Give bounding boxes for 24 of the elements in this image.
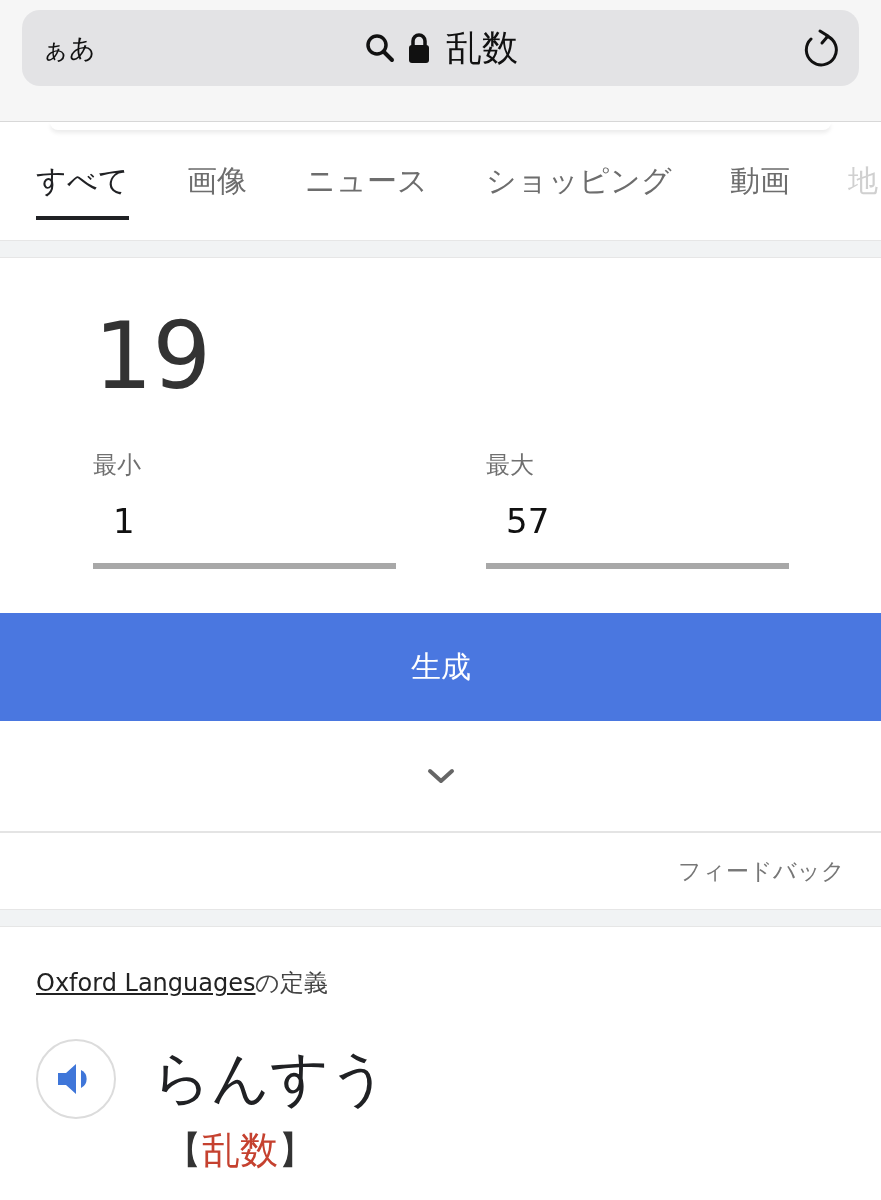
speaker-button[interactable] [36,1039,116,1120]
search-icon [363,32,396,64]
chevron-down-icon[interactable] [426,768,455,785]
random-number-result: 19 [93,302,213,408]
definition-source: Oxford Languagesの定義 [36,968,330,1000]
feedback-link[interactable]: フィードバック [678,855,845,887]
search-tab[interactable]: ニュース [305,160,428,220]
min-input-field[interactable]: 1 [93,481,396,570]
max-input-field[interactable]: 57 [486,481,789,570]
lock-icon [407,32,430,64]
max-label: 最大 [486,450,535,482]
search-tab[interactable]: 画像 [187,160,247,220]
text-size-button[interactable]: ぁあ [42,30,96,66]
address-bar[interactable]: ぁあ 乱数 [22,10,859,86]
search-tab[interactable]: ショッピング [486,160,672,220]
word-kanji: 【乱数】 [164,1127,316,1175]
reload-icon[interactable] [803,28,839,68]
source-link[interactable]: Oxford Languages [36,969,256,998]
generate-button[interactable]: 生成 [0,613,881,722]
word-reading: らんすう [152,1043,388,1115]
search-tab[interactable]: 動画 [730,160,790,220]
min-label: 最小 [93,450,142,482]
search-tab[interactable]: すべて [36,160,129,220]
address-text: 乱数 [445,25,518,70]
